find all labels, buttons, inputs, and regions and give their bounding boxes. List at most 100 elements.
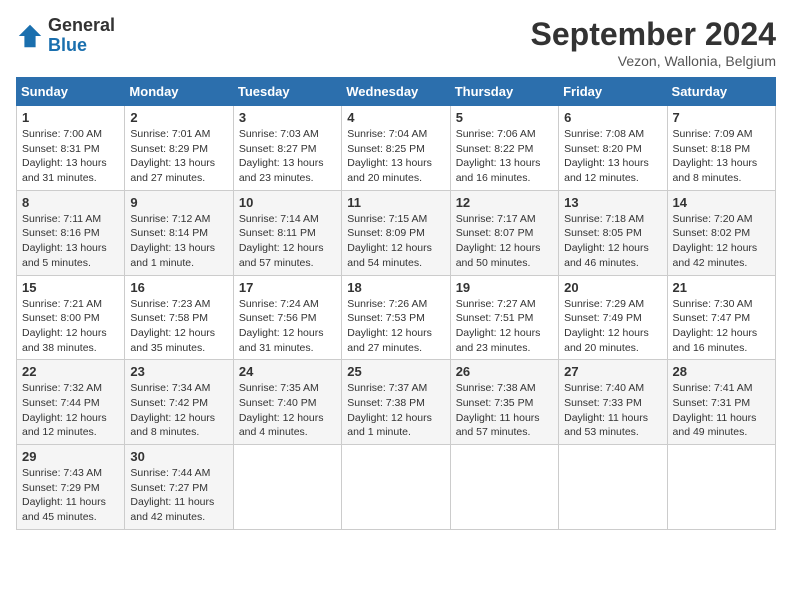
- day-info: Sunrise: 7:06 AMSunset: 8:22 PMDaylight:…: [456, 127, 553, 186]
- day-number: 11: [347, 195, 444, 210]
- calendar-cell: 17Sunrise: 7:24 AMSunset: 7:56 PMDayligh…: [233, 275, 341, 360]
- day-number: 19: [456, 280, 553, 295]
- calendar-cell: 9 Sunrise: 7:12 AMSunset: 8:14 PMDaylight…: [125, 190, 233, 275]
- calendar-cell: 19Sunrise: 7:27 AMSunset: 7:51 PMDayligh…: [450, 275, 558, 360]
- calendar-cell: 22 Sunrise: 7:32 AMSunset: 7:44 PMDayligh…: [17, 360, 125, 445]
- day-number: 1: [22, 110, 119, 125]
- day-info: Sunrise: 7:32 AMSunset: 7:44 PMDaylight:…: [22, 381, 119, 440]
- calendar-cell: 14 Sunrise: 7:20 AMSunset: 8:02 PMDayligh…: [667, 190, 775, 275]
- day-number: 26: [456, 364, 553, 379]
- day-info: Sunrise: 7:29 AMSunset: 7:49 PMDaylight:…: [564, 297, 661, 356]
- day-info: Sunrise: 7:04 AMSunset: 8:25 PMDaylight:…: [347, 127, 444, 186]
- day-number: 24: [239, 364, 336, 379]
- page-header: General Blue September 2024 Vezon, Wallo…: [16, 16, 776, 69]
- day-number: 18: [347, 280, 444, 295]
- calendar-cell: 30Sunrise: 7:44 AMSunset: 7:27 PMDayligh…: [125, 445, 233, 530]
- day-info: Sunrise: 7:34 AMSunset: 7:42 PMDaylight:…: [130, 381, 227, 440]
- day-info: Sunrise: 7:41 AMSunset: 7:31 PMDaylight:…: [673, 381, 770, 440]
- weekday-header-row: SundayMondayTuesdayWednesdayThursdayFrid…: [17, 78, 776, 106]
- calendar-cell: [559, 445, 667, 530]
- calendar-week-row: 29 Sunrise: 7:43 AMSunset: 7:29 PMDayligh…: [17, 445, 776, 530]
- calendar-cell: 11 Sunrise: 7:15 AMSunset: 8:09 PMDayligh…: [342, 190, 450, 275]
- day-number: 4: [347, 110, 444, 125]
- day-number: 14: [673, 195, 770, 210]
- calendar-cell: 28 Sunrise: 7:41 AMSunset: 7:31 PMDayligh…: [667, 360, 775, 445]
- calendar-cell: [667, 445, 775, 530]
- day-info: Sunrise: 7:17 AMSunset: 8:07 PMDaylight:…: [456, 212, 553, 271]
- calendar-cell: 3 Sunrise: 7:03 AMSunset: 8:27 PMDaylight…: [233, 106, 341, 191]
- day-number: 5: [456, 110, 553, 125]
- day-info: Sunrise: 7:11 AMSunset: 8:16 PMDaylight:…: [22, 212, 119, 271]
- month-title: September 2024: [531, 16, 776, 53]
- calendar-cell: 21Sunrise: 7:30 AMSunset: 7:47 PMDayligh…: [667, 275, 775, 360]
- weekday-header: Monday: [125, 78, 233, 106]
- calendar-week-row: 8 Sunrise: 7:11 AMSunset: 8:16 PMDaylight…: [17, 190, 776, 275]
- day-info: Sunrise: 7:37 AMSunset: 7:38 PMDaylight:…: [347, 381, 444, 440]
- day-number: 13: [564, 195, 661, 210]
- calendar-cell: 18 Sunrise: 7:26 AMSunset: 7:53 PMDayligh…: [342, 275, 450, 360]
- day-number: 16: [130, 280, 227, 295]
- calendar-cell: 4 Sunrise: 7:04 AMSunset: 8:25 PMDaylight…: [342, 106, 450, 191]
- logo-general: General: [48, 15, 115, 35]
- day-number: 17: [239, 280, 336, 295]
- logo-blue: Blue: [48, 35, 87, 55]
- calendar-cell: 7Sunrise: 7:09 AMSunset: 8:18 PMDaylight…: [667, 106, 775, 191]
- calendar-cell: 1 Sunrise: 7:00 AMSunset: 8:31 PMDaylight…: [17, 106, 125, 191]
- day-number: 29: [22, 449, 119, 464]
- calendar-cell: 26 Sunrise: 7:38 AMSunset: 7:35 PMDayligh…: [450, 360, 558, 445]
- day-info: Sunrise: 7:15 AMSunset: 8:09 PMDaylight:…: [347, 212, 444, 271]
- weekday-header: Friday: [559, 78, 667, 106]
- day-number: 15: [22, 280, 119, 295]
- day-number: 22: [22, 364, 119, 379]
- day-info: Sunrise: 7:20 AMSunset: 8:02 PMDaylight:…: [673, 212, 770, 271]
- title-area: September 2024 Vezon, Wallonia, Belgium: [531, 16, 776, 69]
- location: Vezon, Wallonia, Belgium: [531, 53, 776, 69]
- day-number: 30: [130, 449, 227, 464]
- calendar: SundayMondayTuesdayWednesdayThursdayFrid…: [16, 77, 776, 530]
- calendar-cell: 8 Sunrise: 7:11 AMSunset: 8:16 PMDaylight…: [17, 190, 125, 275]
- day-info: Sunrise: 7:43 AMSunset: 7:29 PMDaylight:…: [22, 466, 119, 525]
- logo-icon: [16, 22, 44, 50]
- calendar-cell: 12 Sunrise: 7:17 AMSunset: 8:07 PMDayligh…: [450, 190, 558, 275]
- day-info: Sunrise: 7:00 AMSunset: 8:31 PMDaylight:…: [22, 127, 119, 186]
- calendar-cell: [342, 445, 450, 530]
- day-info: Sunrise: 7:30 AMSunset: 7:47 PMDaylight:…: [673, 297, 770, 356]
- calendar-cell: 15 Sunrise: 7:21 AMSunset: 8:00 PMDayligh…: [17, 275, 125, 360]
- calendar-cell: 6 Sunrise: 7:08 AMSunset: 8:20 PMDaylight…: [559, 106, 667, 191]
- day-number: 12: [456, 195, 553, 210]
- calendar-cell: 29 Sunrise: 7:43 AMSunset: 7:29 PMDayligh…: [17, 445, 125, 530]
- day-number: 23: [130, 364, 227, 379]
- logo: General Blue: [16, 16, 115, 56]
- day-number: 28: [673, 364, 770, 379]
- day-number: 8: [22, 195, 119, 210]
- calendar-week-row: 15 Sunrise: 7:21 AMSunset: 8:00 PMDayligh…: [17, 275, 776, 360]
- day-info: Sunrise: 7:12 AMSunset: 8:14 PMDaylight:…: [130, 212, 227, 271]
- day-number: 6: [564, 110, 661, 125]
- calendar-cell: 27Sunrise: 7:40 AMSunset: 7:33 PMDayligh…: [559, 360, 667, 445]
- calendar-cell: 2Sunrise: 7:01 AMSunset: 8:29 PMDaylight…: [125, 106, 233, 191]
- day-info: Sunrise: 7:26 AMSunset: 7:53 PMDaylight:…: [347, 297, 444, 356]
- day-number: 2: [130, 110, 227, 125]
- day-info: Sunrise: 7:38 AMSunset: 7:35 PMDaylight:…: [456, 381, 553, 440]
- calendar-cell: 13 Sunrise: 7:18 AMSunset: 8:05 PMDayligh…: [559, 190, 667, 275]
- logo-text: General Blue: [48, 16, 115, 56]
- day-info: Sunrise: 7:09 AMSunset: 8:18 PMDaylight:…: [673, 127, 770, 186]
- calendar-cell: 20Sunrise: 7:29 AMSunset: 7:49 PMDayligh…: [559, 275, 667, 360]
- day-info: Sunrise: 7:18 AMSunset: 8:05 PMDaylight:…: [564, 212, 661, 271]
- calendar-cell: 16Sunrise: 7:23 AMSunset: 7:58 PMDayligh…: [125, 275, 233, 360]
- day-info: Sunrise: 7:21 AMSunset: 8:00 PMDaylight:…: [22, 297, 119, 356]
- day-info: Sunrise: 7:14 AMSunset: 8:11 PMDaylight:…: [239, 212, 336, 271]
- day-info: Sunrise: 7:03 AMSunset: 8:27 PMDaylight:…: [239, 127, 336, 186]
- day-number: 9: [130, 195, 227, 210]
- day-number: 10: [239, 195, 336, 210]
- calendar-cell: 24Sunrise: 7:35 AMSunset: 7:40 PMDayligh…: [233, 360, 341, 445]
- calendar-cell: [450, 445, 558, 530]
- weekday-header: Thursday: [450, 78, 558, 106]
- day-number: 3: [239, 110, 336, 125]
- day-number: 25: [347, 364, 444, 379]
- weekday-header: Tuesday: [233, 78, 341, 106]
- day-info: Sunrise: 7:08 AMSunset: 8:20 PMDaylight:…: [564, 127, 661, 186]
- calendar-cell: 10 Sunrise: 7:14 AMSunset: 8:11 PMDayligh…: [233, 190, 341, 275]
- calendar-week-row: 1 Sunrise: 7:00 AMSunset: 8:31 PMDaylight…: [17, 106, 776, 191]
- calendar-cell: 25 Sunrise: 7:37 AMSunset: 7:38 PMDayligh…: [342, 360, 450, 445]
